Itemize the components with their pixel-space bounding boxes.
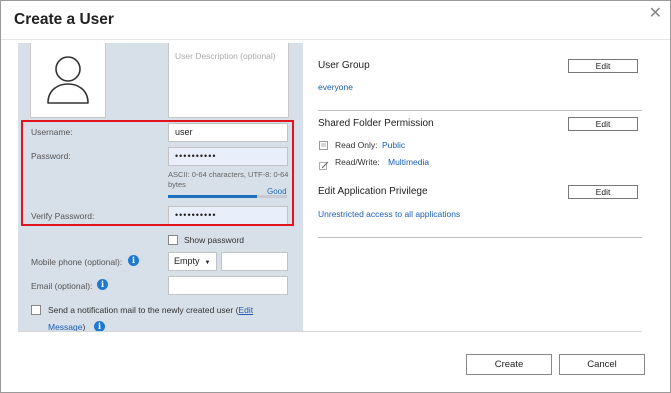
cancel-button[interactable]: Cancel <box>559 354 645 375</box>
separator <box>318 110 642 111</box>
notification-mail-text-line2: Message) <box>48 322 85 331</box>
mobile-phone-label: Mobile phone (optional): <box>31 257 123 267</box>
notification-mail-close-paren: ) <box>82 322 86 331</box>
read-only-value: Public <box>382 140 406 150</box>
edit-message-link-part1[interactable]: Edit <box>238 305 253 315</box>
country-code-value: Empty <box>174 256 200 266</box>
info-icon[interactable]: i <box>128 255 139 266</box>
read-only-label: Read Only: <box>335 140 378 150</box>
highlight-box <box>21 120 294 226</box>
email-label: Email (optional): <box>31 281 93 291</box>
dialog-title: Create a User <box>14 11 114 28</box>
mobile-phone-input[interactable] <box>221 252 288 271</box>
create-button[interactable]: Create <box>466 354 552 375</box>
notification-mail-label: Send a notification mail to the newly cr… <box>48 305 239 315</box>
show-password-checkbox[interactable] <box>168 235 178 245</box>
user-avatar-icon <box>47 56 89 104</box>
edit-message-link-part2[interactable]: Message <box>48 322 83 331</box>
shared-folder-title: Shared Folder Permission <box>318 118 434 129</box>
country-code-select[interactable]: Empty ▼ <box>168 252 217 271</box>
shared-folder-edit-button[interactable]: Edit <box>568 117 638 131</box>
app-privilege-title: Edit Application Privilege <box>318 186 428 197</box>
notification-mail-text: Send a notification mail to the newly cr… <box>48 305 253 315</box>
user-description-field[interactable]: User Description (optional) <box>168 43 289 118</box>
avatar[interactable] <box>30 43 106 118</box>
app-privilege-edit-button[interactable]: Edit <box>568 185 638 199</box>
dialog-titlebar: Create a User ✕ <box>1 1 670 40</box>
info-icon[interactable]: i <box>94 321 105 331</box>
read-write-value: Multimedia <box>388 157 430 167</box>
info-icon[interactable]: i <box>97 279 108 290</box>
close-icon[interactable]: ✕ <box>649 6 662 22</box>
user-group-edit-button[interactable]: Edit <box>568 59 638 73</box>
read-write-label: Read/Write: <box>335 157 380 167</box>
email-input[interactable] <box>168 276 288 295</box>
read-only-icon <box>319 141 328 150</box>
read-write-icon <box>319 158 329 170</box>
user-group-value: everyone <box>318 82 353 92</box>
app-privilege-value: Unrestricted access to all applications <box>318 209 461 219</box>
show-password-label: Show password <box>184 235 245 245</box>
separator <box>318 237 642 238</box>
footer-divider <box>18 331 642 332</box>
user-description-placeholder: User Description (optional) <box>175 51 276 61</box>
user-group-title: User Group <box>318 60 370 71</box>
chevron-down-icon: ▼ <box>204 260 211 266</box>
create-user-dialog: Create a User ✕ User Description (option… <box>0 0 671 393</box>
notification-mail-checkbox[interactable] <box>31 305 41 315</box>
